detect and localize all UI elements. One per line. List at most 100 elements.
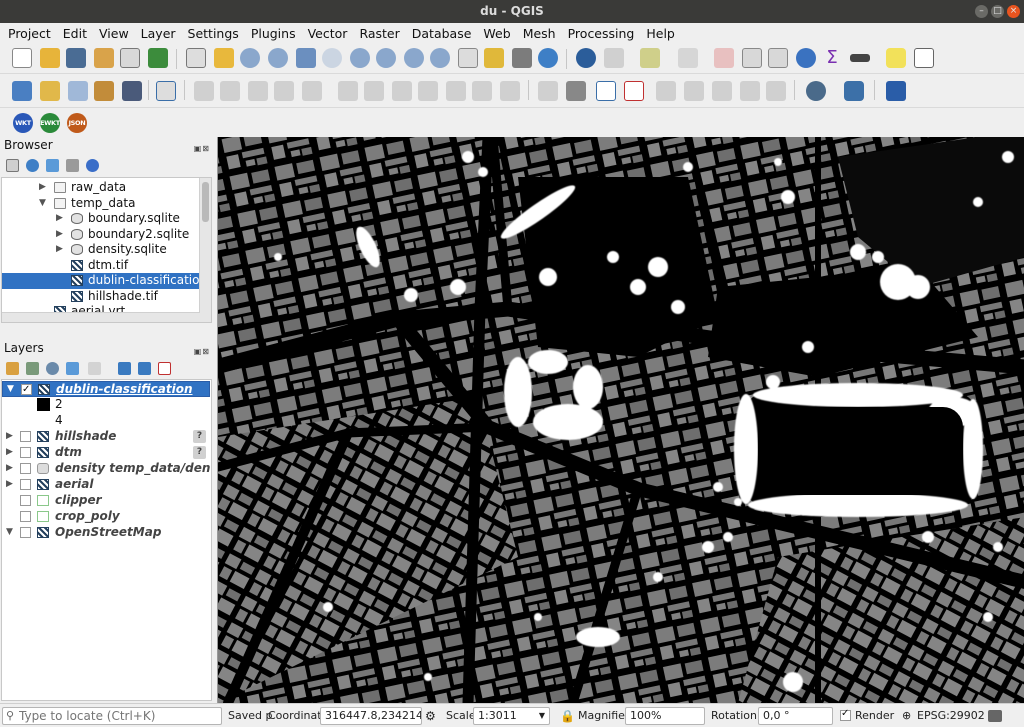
layer-visibility-checkbox[interactable] xyxy=(20,463,31,474)
menu-help[interactable]: Help xyxy=(640,26,681,41)
move-label-icon[interactable] xyxy=(712,81,732,101)
help-icon[interactable] xyxy=(886,81,906,101)
add-group-icon[interactable] xyxy=(26,362,39,375)
cut-features-icon[interactable] xyxy=(392,81,412,101)
layer-visibility-checkbox[interactable] xyxy=(20,479,31,490)
identify-icon[interactable] xyxy=(576,48,596,68)
layer-visibility-checkbox[interactable] xyxy=(20,511,31,522)
browser-item-density[interactable]: ▶ density.sqlite xyxy=(2,242,200,258)
zoom-layer-icon[interactable] xyxy=(350,48,370,68)
menu-mesh[interactable]: Mesh xyxy=(517,26,562,41)
virtual-layer-icon[interactable] xyxy=(156,81,176,101)
locator-bar[interactable]: ⚲ xyxy=(2,707,222,725)
style-manager-icon[interactable] xyxy=(148,48,168,68)
new-spatialite-icon[interactable] xyxy=(122,81,142,101)
menu-settings[interactable]: Settings xyxy=(182,26,245,41)
layer-visibility-checkbox[interactable] xyxy=(20,447,31,458)
change-label-icon[interactable] xyxy=(766,81,786,101)
vertex-tool-icon[interactable] xyxy=(302,81,322,101)
expand-all-icon[interactable] xyxy=(118,362,131,375)
browser-item-dtm[interactable]: dtm.tif xyxy=(2,258,200,274)
highlight-labels-icon[interactable] xyxy=(624,81,644,101)
text-annotation-icon[interactable] xyxy=(914,48,934,68)
zoom-out-icon[interactable] xyxy=(268,48,288,68)
plugin-globe-icon[interactable] xyxy=(806,81,826,101)
menu-vector[interactable]: Vector xyxy=(302,26,354,41)
menu-edit[interactable]: Edit xyxy=(57,26,93,41)
collapse-all-layers-icon[interactable] xyxy=(138,362,151,375)
new-geopackage-icon[interactable] xyxy=(40,81,60,101)
undo-icon[interactable] xyxy=(472,81,492,101)
paste-features-icon[interactable] xyxy=(446,81,466,101)
pan-hand-icon[interactable] xyxy=(186,48,206,68)
menu-database[interactable]: Database xyxy=(406,26,478,41)
layer-dublin-classification[interactable]: ▼ dublin-classification xyxy=(2,381,210,397)
copy-wkt-button[interactable]: WKT xyxy=(13,113,33,133)
statistics-sigma-icon[interactable]: Σ xyxy=(822,48,842,68)
crs-label[interactable]: EPSG:29902 xyxy=(917,709,985,722)
field-calculator-icon[interactable] xyxy=(768,48,788,68)
layer-openstreetmap[interactable]: ▼ OpenStreetMap xyxy=(2,525,210,541)
browser-scrollbar[interactable] xyxy=(199,178,211,322)
refresh-icon[interactable] xyxy=(538,48,558,68)
render-checkbox[interactable] xyxy=(840,708,851,721)
zoom-in-icon[interactable] xyxy=(240,48,260,68)
copy-json-button[interactable]: JSON xyxy=(67,113,87,133)
menu-project[interactable]: Project xyxy=(2,26,57,41)
locator-input[interactable] xyxy=(19,709,219,723)
show-bookmarks-icon[interactable] xyxy=(512,48,532,68)
layer-dtm[interactable]: ▶ dtm ? xyxy=(2,445,210,461)
zoom-native-icon[interactable] xyxy=(376,48,396,68)
layer-crop-poly[interactable]: crop_poly xyxy=(2,509,210,525)
manage-themes-icon[interactable] xyxy=(46,362,59,375)
toggle-extents-icon[interactable]: ⚙ xyxy=(425,709,436,723)
open-project-icon[interactable] xyxy=(40,48,60,68)
map-tips-icon[interactable] xyxy=(886,48,906,68)
lock-icon[interactable]: 🔒 xyxy=(560,709,575,723)
browser-item-raw-data[interactable]: ▶ raw_data xyxy=(2,180,200,196)
layout-manager-icon[interactable] xyxy=(94,48,114,68)
unknown-crs-icon[interactable]: ? xyxy=(193,430,206,443)
crs-globe-icon[interactable]: ⊕ xyxy=(902,709,911,722)
select-features-icon[interactable] xyxy=(640,48,660,68)
actions-icon[interactable] xyxy=(604,48,624,68)
select-value-icon[interactable] xyxy=(678,48,698,68)
attribute-table-icon[interactable] xyxy=(742,48,762,68)
zoom-next-icon[interactable] xyxy=(430,48,450,68)
menu-raster[interactable]: Raster xyxy=(353,26,405,41)
delete-selected-icon[interactable] xyxy=(364,81,384,101)
rotation-spinbox[interactable]: 0,0 ° xyxy=(758,707,833,725)
menu-layer[interactable]: Layer xyxy=(135,26,182,41)
layer-visibility-checkbox[interactable] xyxy=(21,382,32,396)
measure-icon[interactable] xyxy=(850,54,870,62)
save-edits-icon[interactable] xyxy=(248,81,268,101)
add-selected-icon[interactable] xyxy=(6,159,19,172)
browser-item-hillshade[interactable]: hillshade.tif xyxy=(2,289,200,305)
layer-labeling-icon[interactable] xyxy=(596,81,616,101)
filter-expression-icon[interactable] xyxy=(88,362,101,375)
layer-hillshade[interactable]: ▶ hillshade ? xyxy=(2,429,210,445)
layer-clipper[interactable]: clipper xyxy=(2,493,210,509)
messages-icon[interactable] xyxy=(988,710,1002,722)
layers-tree[interactable]: ▼ dublin-classification 2 4 ▶ hillshade … xyxy=(1,379,212,701)
new-shapefile-icon[interactable] xyxy=(68,81,88,101)
properties-info-icon[interactable] xyxy=(86,159,99,172)
minimize-button[interactable]: – xyxy=(975,5,988,18)
new-temp-layer-icon[interactable] xyxy=(94,81,114,101)
copy-features-icon[interactable] xyxy=(418,81,438,101)
copy-ewkt-button[interactable]: EWKT xyxy=(40,113,60,133)
python-console-icon[interactable] xyxy=(844,81,864,101)
menu-view[interactable]: View xyxy=(93,26,135,41)
label-icon[interactable] xyxy=(566,81,586,101)
data-source-manager-icon[interactable] xyxy=(12,81,32,101)
layer-density[interactable]: ▶ density temp_data/density xyxy=(2,461,210,477)
unknown-crs-icon[interactable]: ? xyxy=(193,446,206,459)
pin-labels-icon[interactable] xyxy=(656,81,676,101)
redo-icon[interactable] xyxy=(500,81,520,101)
show-hide-labels-icon[interactable] xyxy=(684,81,704,101)
pan-to-selection-icon[interactable] xyxy=(214,48,234,68)
map-canvas[interactable] xyxy=(217,137,1024,703)
print-layout-icon[interactable] xyxy=(120,48,140,68)
digitize-shape-icon[interactable] xyxy=(538,81,558,101)
new-project-icon[interactable] xyxy=(12,48,32,68)
